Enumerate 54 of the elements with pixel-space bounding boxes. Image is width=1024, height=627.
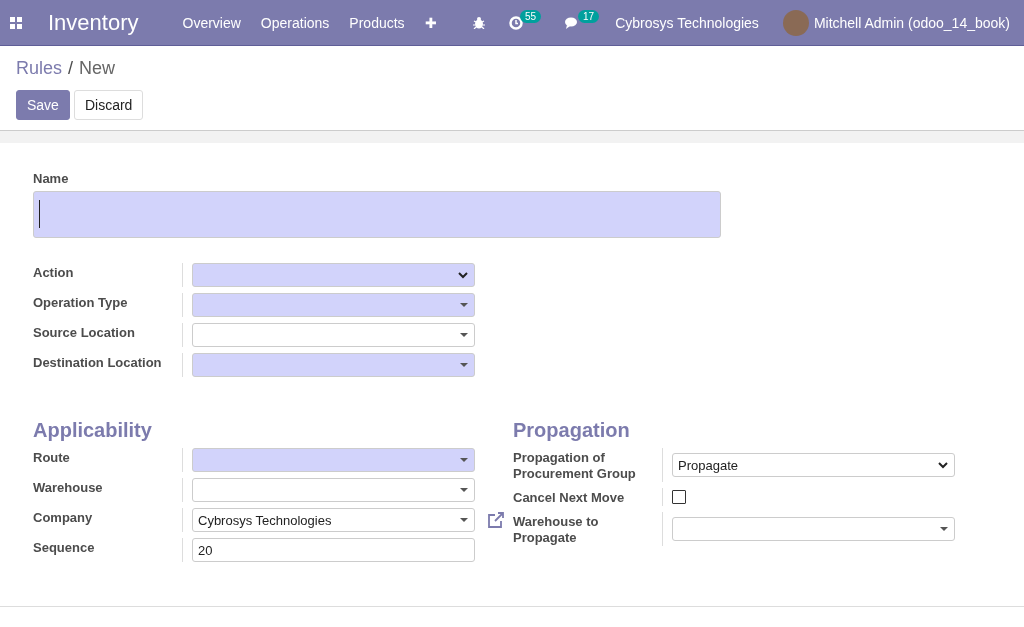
select-field[interactable] [192,263,475,287]
message-count-badge: 17 [578,9,600,23]
external-link-icon[interactable] [487,512,505,528]
menu-item[interactable]: Operations [260,14,330,31]
caret-icon [460,488,468,492]
dropdown-field[interactable] [192,353,475,377]
name-input-field[interactable] [33,191,721,238]
field-label: Destination Location [33,353,183,377]
chevron-down-icon [458,271,468,279]
field-label: Warehouse [33,478,183,502]
field-label: Name [33,171,70,187]
menu-item[interactable]: Products [349,14,405,31]
input-field[interactable]: 20 [192,538,475,562]
field-label: Operation Type [33,293,183,317]
field-label: Cancel Next Move [513,488,663,506]
chevron-down-icon [938,461,948,469]
dropdown-field[interactable] [192,448,475,472]
bug-icon[interactable] [472,16,485,29]
checkbox[interactable] [672,490,686,504]
dropdown-field[interactable] [672,517,955,541]
field-label: Route [33,448,183,472]
field-label: Source Location [33,323,183,347]
caret-icon [940,527,948,531]
dropdown-field[interactable] [192,293,475,317]
section-title: Applicability [33,419,153,442]
caret-icon [460,333,468,337]
caret-icon [460,363,468,367]
caret-icon [460,458,468,462]
select-field[interactable]: Propagate [672,453,955,477]
user-menu[interactable]: Mitchell Admin (odoo_14_book) [813,14,1010,31]
field-label: Action [33,263,183,287]
dropdown-field[interactable]: Cybrosys Technologies [192,508,475,532]
field-label: Company [33,508,183,532]
menu-item[interactable]: ✚ [424,14,437,31]
activity-count-badge: 55 [519,9,542,23]
user-avatar[interactable] [782,9,809,36]
dropdown-field[interactable] [192,323,475,347]
company-switcher[interactable]: Cybrosys Technologies [615,14,759,31]
field-label: Warehouse to Propagate [513,512,663,546]
app-name[interactable]: Inventory [48,9,139,36]
dropdown-field[interactable] [192,478,475,502]
menu-item[interactable]: Overview [182,14,241,31]
breadcrumb-separator: / [68,58,74,79]
field-label: Sequence [33,538,183,562]
field-label: Propagation of Procurement Group [513,448,663,482]
discard-button[interactable]: Discard [73,90,144,120]
caret-icon [460,518,468,522]
save-button[interactable]: Save [16,90,70,120]
breadcrumb-link[interactable]: Rules [16,58,63,79]
apps-grid-icon[interactable] [10,16,22,29]
section-title: Propagation [513,419,631,442]
clock-icon[interactable] [508,15,523,30]
breadcrumb-current: New [79,58,116,79]
caret-icon [460,303,468,307]
